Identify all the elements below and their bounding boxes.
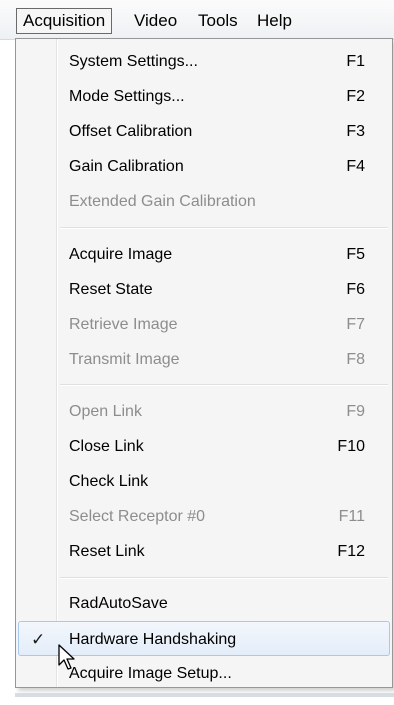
screen: Acquisition Video Tools Help System Sett… xyxy=(0,0,394,705)
menu-item-shortcut: F11 xyxy=(338,508,365,525)
menu-item-shortcut: F9 xyxy=(346,403,365,420)
menu-item-label: Select Receptor #0 xyxy=(69,508,206,525)
menu-item-shortcut: F6 xyxy=(346,281,365,298)
menu-item-shortcut: F1 xyxy=(346,53,365,70)
menu-item-label: Check Link xyxy=(69,473,149,490)
menu-item-offset-calibration[interactable]: Offset Calibration F3 xyxy=(18,114,390,149)
menu-item-reset-link[interactable]: Reset Link F12 xyxy=(18,534,390,569)
menu-item-shortcut: F7 xyxy=(346,316,365,333)
menu-item-shortcut: F8 xyxy=(346,351,365,368)
menu-item-check-link[interactable]: Check Link xyxy=(18,464,390,499)
mouse-pointer-icon xyxy=(58,644,75,670)
menu-separator xyxy=(60,384,388,386)
menu-item-label: Extended Gain Calibration xyxy=(69,193,256,210)
menu-item-open-link: Open Link F9 xyxy=(18,394,390,429)
menu-item-shortcut: F3 xyxy=(346,123,365,140)
menu-item-label: System Settings... xyxy=(69,53,198,70)
menu-item-shortcut: F5 xyxy=(346,246,365,263)
menu-item-label: RadAutoSave xyxy=(69,595,168,612)
menu-acquisition[interactable]: Acquisition xyxy=(16,8,113,34)
menu-item-label: Hardware Handshaking xyxy=(69,631,237,648)
menu-item-label: Mode Settings... xyxy=(69,88,185,105)
menu-item-shortcut: F4 xyxy=(346,158,365,175)
menu-help[interactable]: Help xyxy=(251,8,298,34)
menu-item-shortcut: F2 xyxy=(346,88,365,105)
menu-video[interactable]: Video xyxy=(128,8,183,34)
checkmark-icon: ✓ xyxy=(31,630,46,649)
menu-item-system-settings[interactable]: System Settings... F1 xyxy=(18,44,390,79)
menu-item-extended-gain-calibration: Extended Gain Calibration xyxy=(18,184,390,219)
menu-separator xyxy=(60,227,388,229)
menu-item-label: Retrieve Image xyxy=(69,316,178,333)
menu-tools[interactable]: Tools xyxy=(192,8,244,34)
menu-item-label: Reset Link xyxy=(69,543,145,560)
menu-item-label: Gain Calibration xyxy=(69,158,184,175)
menu-item-label: Close Link xyxy=(69,438,144,455)
menu-item-retrieve-image: Retrieve Image F7 xyxy=(18,307,390,342)
menu-bar: Acquisition Video Tools Help xyxy=(0,0,394,40)
menu-item-transmit-image: Transmit Image F8 xyxy=(18,342,390,377)
menu-item-acquire-image[interactable]: Acquire Image F5 xyxy=(18,237,390,272)
menu-item-label: Reset State xyxy=(69,281,153,298)
menu-item-label: Transmit Image xyxy=(69,351,180,368)
menu-item-reset-state[interactable]: Reset State F6 xyxy=(18,272,390,307)
menu-item-label: Offset Calibration xyxy=(69,123,193,140)
menu-item-shortcut: F12 xyxy=(337,543,365,560)
menu-separator xyxy=(60,577,388,579)
menu-item-select-receptor: Select Receptor #0 F11 xyxy=(18,499,390,534)
menu-item-label: Acquire Image xyxy=(69,246,173,263)
acquisition-dropdown-menu: System Settings... F1 Mode Settings... F… xyxy=(15,38,393,688)
menu-item-shortcut: F10 xyxy=(337,438,365,455)
menu-item-mode-settings[interactable]: Mode Settings... F2 xyxy=(18,79,390,114)
menu-item-label: Acquire Image Setup... xyxy=(69,665,232,682)
menu-item-gain-calibration[interactable]: Gain Calibration F4 xyxy=(18,149,390,184)
menu-item-label: Open Link xyxy=(69,403,142,420)
menu-item-close-link[interactable]: Close Link F10 xyxy=(18,429,390,464)
menu-item-radautosave[interactable]: RadAutoSave xyxy=(18,586,390,621)
window-bottom-edge xyxy=(15,693,394,697)
